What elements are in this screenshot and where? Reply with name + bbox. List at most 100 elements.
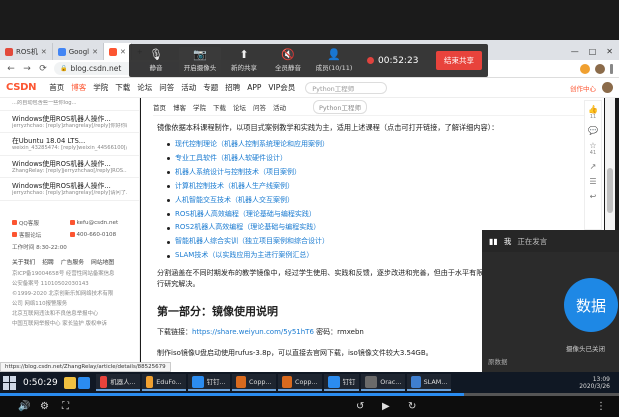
nav-app[interactable]: APP — [247, 83, 261, 92]
comment-button[interactable]: 💬 — [588, 126, 598, 135]
nav-events[interactable]: 活动 — [181, 82, 196, 93]
nav-jobs[interactable]: 招聘 — [225, 82, 240, 93]
top-nav-item[interactable]: 首页 — [153, 102, 166, 112]
new-share-label: 新的共享 — [231, 64, 257, 72]
camera-button[interactable]: 📷 开启摄像头 — [179, 47, 221, 74]
contact-info: QQ客服 kefu@csdn.net 客服论坛 400-660-0108 — [0, 215, 139, 243]
nav-home[interactable]: 首页 — [49, 82, 64, 93]
article-top-nav: 首页 博客 学院 下载 论坛 问答 活动 Python工程师 — [153, 98, 592, 116]
dingtalk-icon — [327, 375, 340, 388]
edge-icon[interactable] — [77, 376, 90, 389]
ads-link[interactable]: 广告服务 — [61, 257, 84, 266]
new-share-button[interactable]: ⬆ 新的共享 — [223, 49, 265, 72]
article-search-input[interactable]: Python工程师 — [313, 99, 368, 114]
course-link[interactable]: 计算机控制技术（机器人生产线案例） — [167, 180, 592, 194]
course-link[interactable]: 机器人系统设计与控制技术（项目案例） — [167, 166, 592, 180]
top-nav-item[interactable]: 学院 — [193, 102, 206, 112]
list-button[interactable]: ☰ — [589, 177, 596, 186]
download-link[interactable]: https://share.weiyun.com/5y51hT6 — [192, 328, 314, 336]
share-button[interactable]: ↗ — [590, 162, 597, 171]
rewind-icon[interactable]: ↺ — [356, 401, 364, 412]
course-link[interactable]: 专业工具软件（机器人软硬件设计） — [167, 152, 592, 166]
like-button[interactable]: 👍 11 — [588, 105, 598, 120]
mute-all-button[interactable]: 🔇 全员静音 — [267, 49, 309, 72]
nav-forum[interactable]: 论坛 — [137, 82, 152, 93]
mute-button[interactable]: 🎙 静音 — [135, 49, 177, 72]
back-button[interactable]: ↩ — [590, 192, 597, 201]
phone-icon — [69, 232, 75, 237]
top-nav-item[interactable]: 论坛 — [233, 102, 246, 112]
minimize-icon[interactable]: — — [571, 47, 579, 56]
legal-line: 公安备案号 11010502030143 — [12, 280, 89, 287]
email-service[interactable]: kefu@csdn.net — [69, 219, 128, 227]
csdn-logo[interactable]: CSDN — [6, 82, 37, 93]
maximize-icon[interactable]: □ — [589, 47, 597, 56]
jobs-link[interactable]: 招聘 — [42, 257, 54, 266]
course-link[interactable]: ROS机器人高效编程（理论基础与编程实践） — [167, 208, 592, 222]
avatar[interactable] — [602, 82, 613, 93]
top-nav-item[interactable]: 问答 — [253, 102, 266, 112]
collect-button[interactable]: ☆ 41 — [589, 141, 596, 156]
close-icon[interactable]: ✕ — [120, 48, 126, 56]
list-item[interactable]: Windows使用ROS机器人操作... jerryzhchao: [reply… — [0, 178, 139, 201]
taskbar-app[interactable]: 钉钉... — [187, 374, 230, 391]
sitemap-link[interactable]: 网站地图 — [91, 257, 114, 266]
like-count: 11 — [589, 114, 597, 120]
taskbar-app[interactable]: Copp... — [277, 374, 322, 391]
forward-arrow-icon[interactable]: → — [22, 64, 32, 74]
more-icon[interactable]: ⋮ — [596, 401, 606, 412]
profile-avatar-icon[interactable] — [595, 63, 605, 74]
tab-ros[interactable]: ROS机 ✕ — [0, 43, 53, 60]
close-icon[interactable]: ✕ — [92, 48, 98, 56]
nav-download[interactable]: 下载 — [115, 82, 130, 93]
about-link[interactable]: 关于我们 — [12, 257, 35, 266]
reload-icon[interactable]: ⟳ — [38, 64, 48, 74]
qq-icon — [12, 220, 17, 225]
folder-icon[interactable] — [63, 376, 76, 389]
top-nav-item[interactable]: 下载 — [213, 102, 226, 112]
taskbar-app[interactable]: SLAM... — [407, 374, 452, 391]
members-button[interactable]: 👤 成员(10/11) — [311, 49, 357, 72]
taskbar-app[interactable]: Copp... — [231, 374, 276, 391]
list-item[interactable]: Windows使用ROS机器人操作... ZhangRelay: [reply]… — [0, 156, 139, 178]
fullscreen-icon[interactable]: ⛶ — [62, 401, 69, 412]
tab-google[interactable]: Googl ✕ — [52, 43, 104, 60]
participant-avatar: 数据 — [564, 278, 618, 332]
play-icon[interactable]: ▶ — [382, 401, 390, 412]
search-input[interactable]: Python工程师 — [305, 81, 388, 94]
nav-blog[interactable]: 博客 — [71, 82, 86, 93]
forum-service[interactable]: 客服论坛 — [12, 231, 70, 239]
settings-icon[interactable]: ⚙ — [40, 401, 49, 412]
taskbar-app[interactable]: EduFo... — [141, 374, 186, 391]
menu-icon[interactable] — [610, 63, 613, 74]
close-window-icon[interactable]: ✕ — [606, 47, 613, 56]
extension-icon[interactable] — [580, 63, 590, 74]
nav-qa[interactable]: 问答 — [159, 82, 174, 93]
nav-vip[interactable]: VIP会员 — [268, 82, 295, 93]
list-item[interactable]: ...的自动包含些一些你log... — [0, 98, 139, 111]
taskbar-app[interactable]: Orac... — [361, 374, 406, 391]
windows-start-icon[interactable] — [3, 375, 17, 390]
close-icon[interactable]: ✕ — [41, 48, 47, 56]
mute-all-icon: 🔇 — [281, 48, 295, 61]
qq-service[interactable]: QQ客服 — [12, 219, 70, 227]
nav-academy[interactable]: 学院 — [93, 82, 108, 93]
system-tray-clock[interactable]: 13:09 2020/3/26 — [579, 376, 616, 390]
course-link[interactable]: 人机智能交互技术（机器人交互案例） — [167, 194, 592, 208]
creator-center-link[interactable]: 创作中心 — [570, 83, 596, 93]
course-link[interactable]: 现代控制理论（机器人控制系统理论和应用案例） — [167, 138, 592, 152]
scrollbar-thumb[interactable] — [607, 168, 613, 213]
top-nav-item[interactable]: 博客 — [173, 102, 186, 112]
taskbar-app[interactable]: 钉钉 — [323, 374, 360, 391]
video-progress-bar[interactable] — [0, 393, 619, 396]
volume-icon[interactable]: 🔊 — [18, 401, 30, 412]
tab-csdn[interactable]: ✕ — [103, 43, 132, 60]
list-item[interactable]: Windows使用ROS机器人操作... jerryzhchao: [reply… — [0, 111, 139, 133]
taskbar-app[interactable]: 机器人... — [95, 374, 140, 391]
nav-topics[interactable]: 专题 — [203, 82, 218, 93]
top-nav-item[interactable]: 活动 — [273, 102, 286, 112]
forward-icon[interactable]: ↻ — [408, 401, 416, 412]
end-share-button[interactable]: 结束共享 — [436, 51, 482, 70]
back-arrow-icon[interactable]: ← — [6, 64, 16, 74]
list-item[interactable]: 在Ubuntu 18.04 LTS... weixin_43285474: [r… — [0, 133, 139, 156]
